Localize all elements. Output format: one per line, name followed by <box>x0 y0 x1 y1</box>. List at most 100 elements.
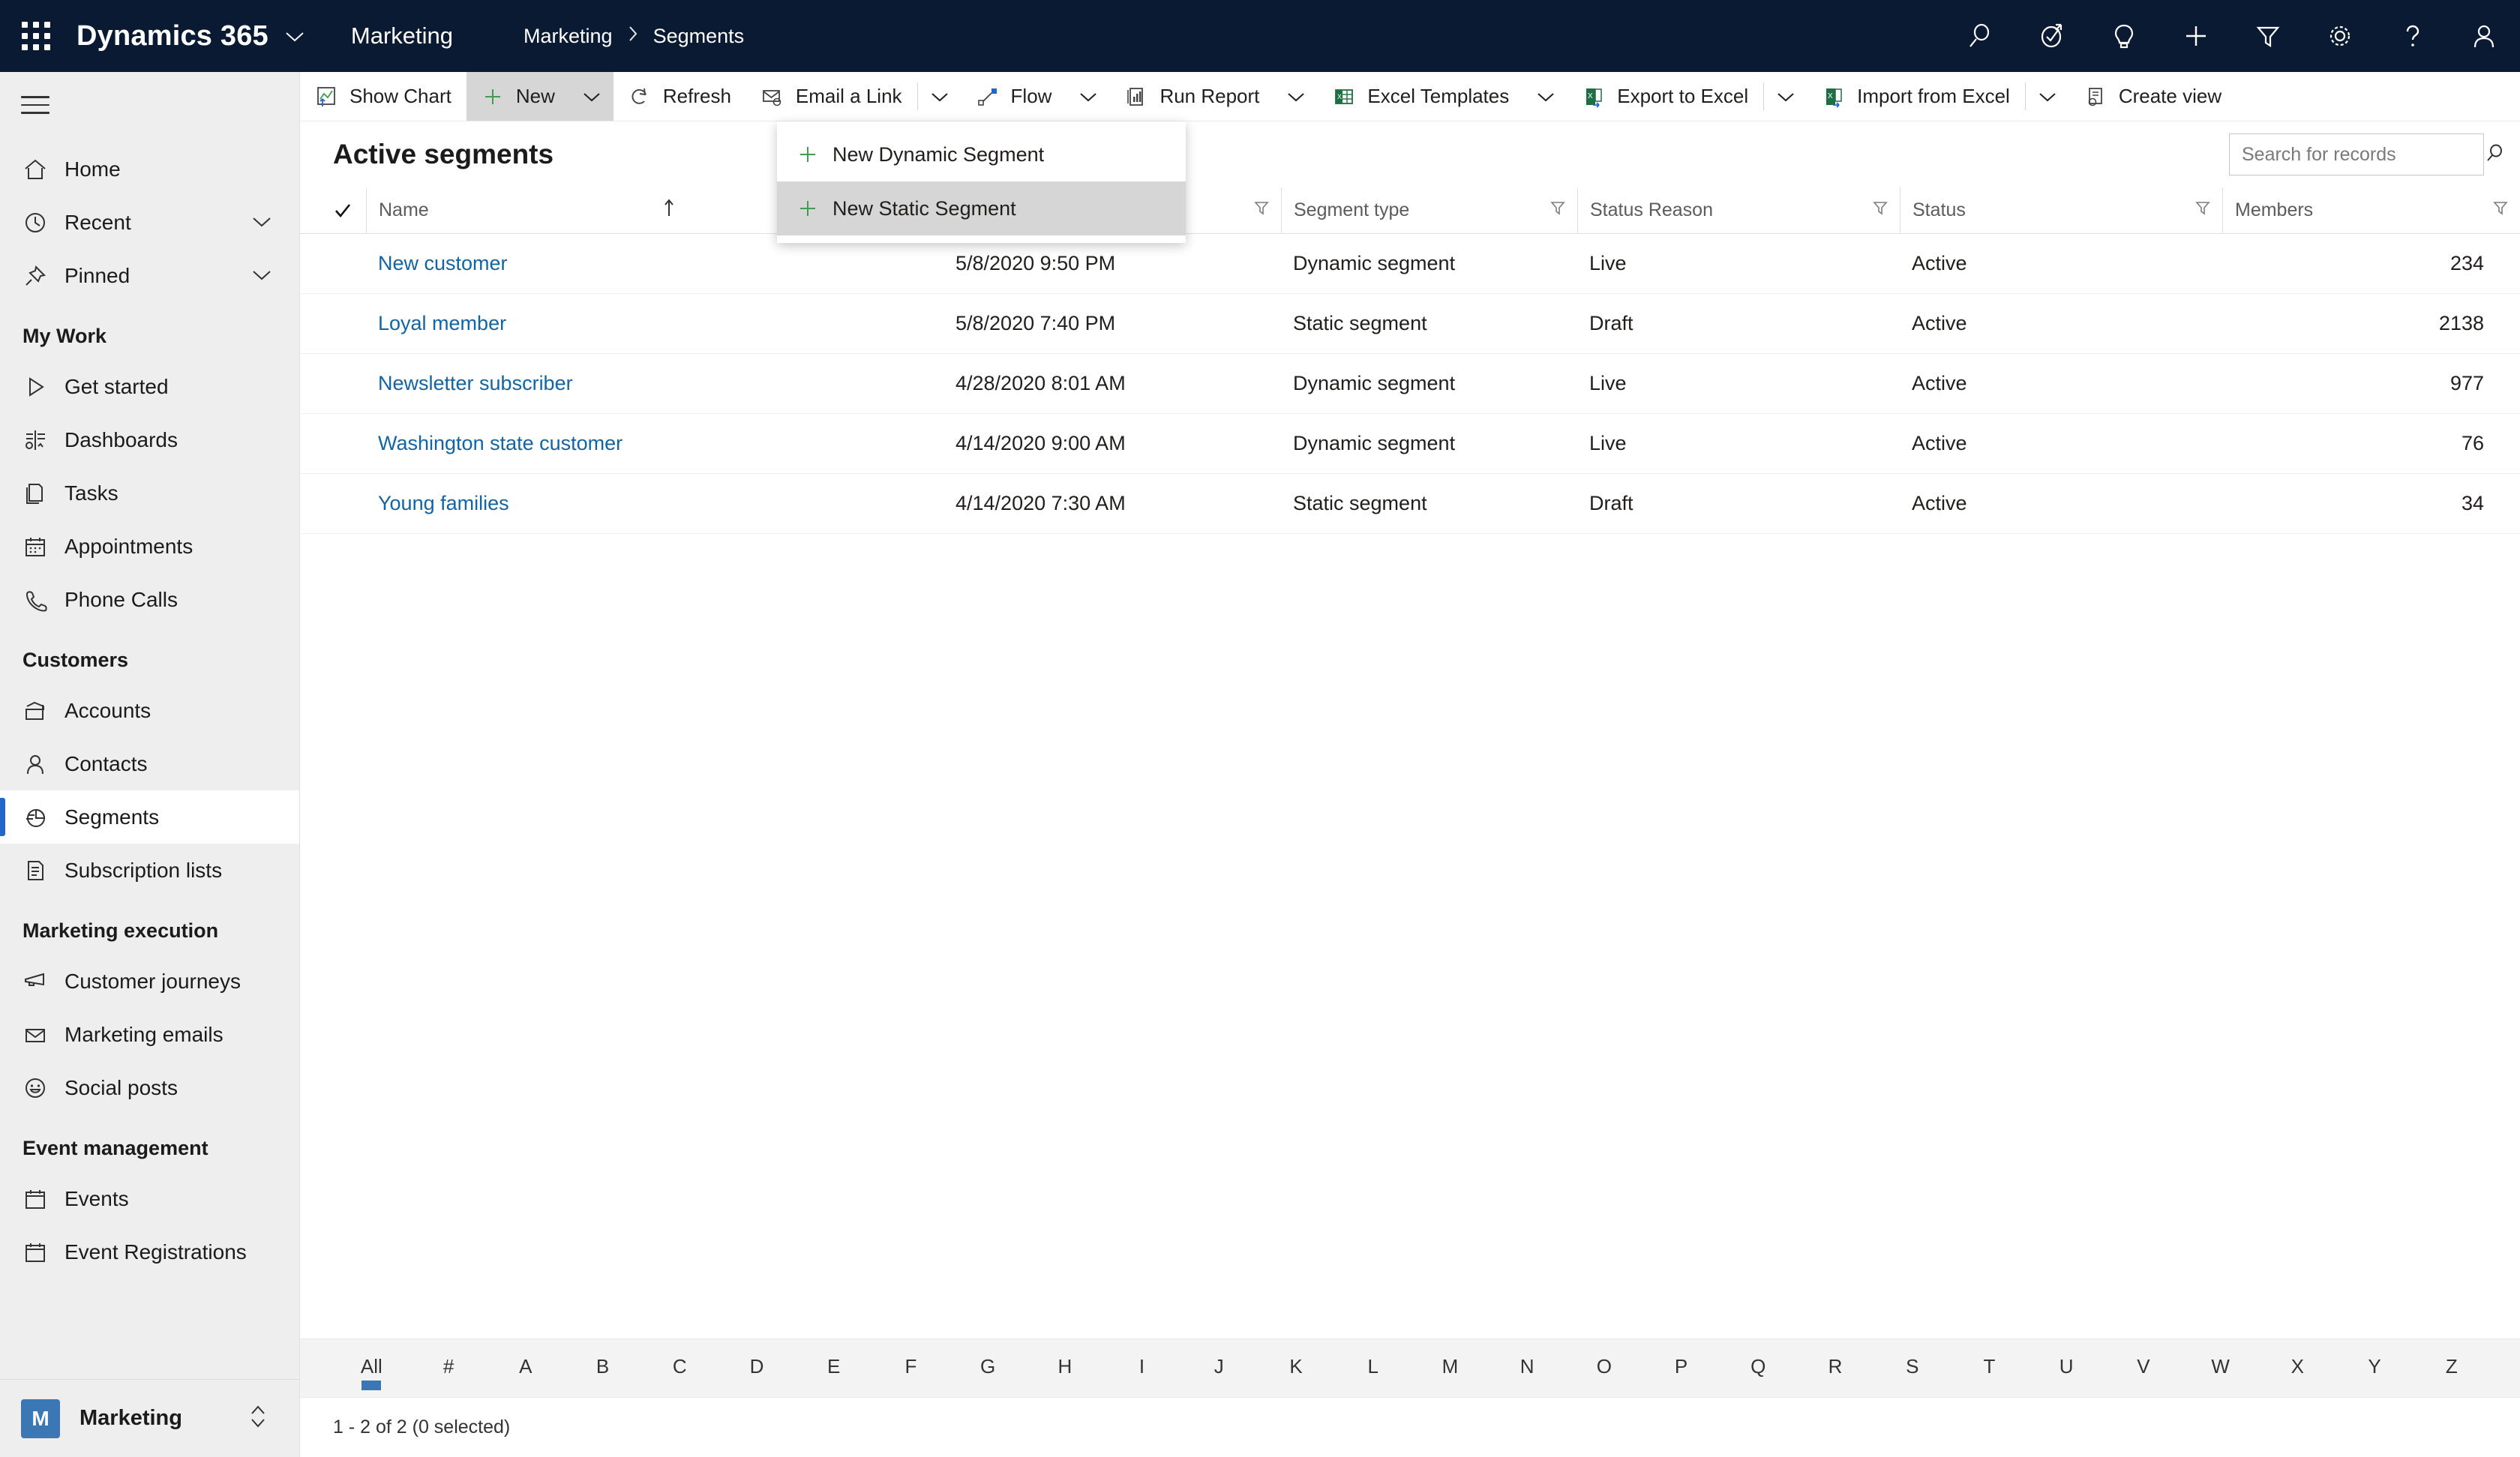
alpha-filter-a[interactable]: A <box>487 1355 564 1381</box>
sidebar-item-recent[interactable]: Recent <box>0 196 299 249</box>
menu-item-new-dynamic-segment[interactable]: New Dynamic Segment <box>777 127 1186 181</box>
column-header-segment-type[interactable]: Segment type <box>1281 187 1577 233</box>
alpha-filter-v[interactable]: V <box>2105 1355 2182 1381</box>
alpha-filter-w[interactable]: W <box>2182 1355 2259 1381</box>
alpha-filter-t[interactable]: T <box>1951 1355 2028 1381</box>
search-records-box[interactable] <box>2229 133 2502 175</box>
excel-templates-dropdown-toggle[interactable] <box>1524 72 1568 121</box>
alpha-filter-x[interactable]: X <box>2259 1355 2336 1381</box>
assistant-icon[interactable] <box>2016 0 2088 72</box>
cell-name[interactable]: Loyal member <box>366 312 944 335</box>
column-header-members[interactable]: Members <box>2222 187 2520 233</box>
menu-item-new-static-segment[interactable]: New Static Segment <box>777 181 1186 235</box>
run-report-button[interactable]: Run Report <box>1110 72 1274 121</box>
column-filter-icon[interactable] <box>1871 199 1889 222</box>
alpha-filter-h[interactable]: H <box>1026 1355 1103 1381</box>
alpha-filter-p[interactable]: P <box>1642 1355 1720 1381</box>
alpha-filter-d[interactable]: D <box>718 1355 796 1381</box>
sidebar-item-event-registrations[interactable]: Event Registrations <box>0 1225 299 1279</box>
quick-create-icon[interactable] <box>2160 0 2232 72</box>
alpha-filter-y[interactable]: Y <box>2336 1355 2414 1381</box>
cell-name[interactable]: Washington state customer <box>366 432 944 455</box>
alpha-filter-c[interactable]: C <box>641 1355 718 1381</box>
import-from-excel-dropdown-toggle[interactable] <box>2026 72 2069 121</box>
alpha-filter-q[interactable]: Q <box>1720 1355 1797 1381</box>
refresh-button[interactable]: Refresh <box>614 72 746 121</box>
breadcrumb-item-1[interactable]: Segments <box>653 25 745 48</box>
breadcrumb-item-0[interactable]: Marketing <box>524 25 613 48</box>
search-icon[interactable] <box>2483 142 2506 168</box>
column-filter-icon[interactable] <box>2194 199 2212 222</box>
sidebar-item-tasks[interactable]: Tasks <box>0 466 299 520</box>
sidebar-item-appointments[interactable]: Appointments <box>0 520 299 573</box>
column-filter-icon[interactable] <box>2492 199 2510 222</box>
select-all-checkbox[interactable] <box>333 187 366 233</box>
alpha-filter-all[interactable]: All <box>333 1355 410 1381</box>
column-header-status[interactable]: Status <box>1900 187 2222 233</box>
sidebar-item-segments[interactable]: Segments <box>0 790 299 844</box>
export-to-excel-dropdown-toggle[interactable] <box>1764 72 1808 121</box>
show-chart-button[interactable]: Show Chart <box>300 72 466 121</box>
sidebar-item-dashboards[interactable]: Dashboards <box>0 413 299 466</box>
sidebar-item-events[interactable]: Events <box>0 1172 299 1225</box>
search-icon[interactable] <box>1944 0 2016 72</box>
table-row[interactable]: New customer 5/8/2020 9:50 PM Dynamic se… <box>300 234 2520 294</box>
alpha-filter-z[interactable]: Z <box>2413 1355 2490 1381</box>
settings-gear-icon[interactable] <box>2304 0 2376 72</box>
flow-dropdown-toggle[interactable] <box>1066 72 1110 121</box>
user-account-icon[interactable] <box>2448 0 2520 72</box>
updown-chevron-icon[interactable] <box>247 1402 269 1435</box>
record-link[interactable]: Washington state customer <box>378 432 622 455</box>
table-row[interactable]: Washington state customer 4/14/2020 9:00… <box>300 414 2520 474</box>
sidebar-item-get-started[interactable]: Get started <box>0 360 299 413</box>
alpha-filter-hash[interactable]: # <box>410 1355 488 1381</box>
cell-name[interactable]: New customer <box>366 252 944 275</box>
run-report-dropdown-toggle[interactable] <box>1274 72 1318 121</box>
lightbulb-icon[interactable] <box>2088 0 2160 72</box>
email-a-link-dropdown-toggle[interactable] <box>918 72 962 121</box>
sidebar-item-social-posts[interactable]: Social posts <box>0 1061 299 1114</box>
alpha-filter-u[interactable]: U <box>2028 1355 2105 1381</box>
record-link[interactable]: Loyal member <box>378 312 506 335</box>
alpha-filter-n[interactable]: N <box>1489 1355 1566 1381</box>
record-link[interactable]: Newsletter subscriber <box>378 372 573 395</box>
column-filter-icon[interactable] <box>1549 199 1567 222</box>
sidebar-item-accounts[interactable]: Accounts <box>0 684 299 737</box>
alpha-filter-o[interactable]: O <box>1566 1355 1643 1381</box>
excel-templates-button[interactable]: X Excel Templates <box>1318 72 1524 121</box>
alpha-filter-b[interactable]: B <box>564 1355 641 1381</box>
column-filter-icon[interactable] <box>1252 199 1270 222</box>
record-link[interactable]: Young families <box>378 492 509 515</box>
search-input[interactable] <box>2242 143 2483 166</box>
table-row[interactable]: Loyal member 5/8/2020 7:40 PM Static seg… <box>300 294 2520 354</box>
app-switcher[interactable]: M Marketing <box>0 1379 299 1457</box>
app-launcher-button[interactable] <box>0 0 72 72</box>
sidebar-item-marketing-emails[interactable]: Marketing emails <box>0 1008 299 1061</box>
create-view-button[interactable]: Create view <box>2069 72 2236 121</box>
sidebar-item-phone-calls[interactable]: Phone Calls <box>0 573 299 626</box>
alpha-filter-f[interactable]: F <box>872 1355 950 1381</box>
import-from-excel-button[interactable]: X Import from Excel <box>1808 72 2025 121</box>
alpha-filter-i[interactable]: I <box>1103 1355 1180 1381</box>
alpha-filter-s[interactable]: S <box>1874 1355 1951 1381</box>
new-dropdown-toggle[interactable] <box>569 72 614 121</box>
record-link[interactable]: New customer <box>378 252 508 275</box>
export-to-excel-button[interactable]: X Export to Excel <box>1568 72 1763 121</box>
sitemap-toggle-button[interactable] <box>0 72 299 138</box>
chevron-down-icon[interactable] <box>251 265 272 286</box>
brand-chevron-down-icon[interactable] <box>285 25 304 48</box>
sort-ascending-icon[interactable] <box>662 198 676 223</box>
chevron-down-icon[interactable] <box>251 212 272 233</box>
alpha-filter-m[interactable]: M <box>1412 1355 1489 1381</box>
alpha-filter-e[interactable]: E <box>795 1355 872 1381</box>
alpha-filter-l[interactable]: L <box>1334 1355 1412 1381</box>
cell-name[interactable]: Young families <box>366 492 944 515</box>
sidebar-item-home[interactable]: Home <box>0 142 299 196</box>
new-button[interactable]: New <box>466 72 570 121</box>
alpha-filter-r[interactable]: R <box>1797 1355 1874 1381</box>
table-row[interactable]: Young families 4/14/2020 7:30 AM Static … <box>300 474 2520 534</box>
alpha-filter-k[interactable]: K <box>1258 1355 1335 1381</box>
sidebar-item-contacts[interactable]: Contacts <box>0 737 299 790</box>
alpha-filter-g[interactable]: G <box>950 1355 1027 1381</box>
sidebar-item-customer-journeys[interactable]: Customer journeys <box>0 955 299 1008</box>
